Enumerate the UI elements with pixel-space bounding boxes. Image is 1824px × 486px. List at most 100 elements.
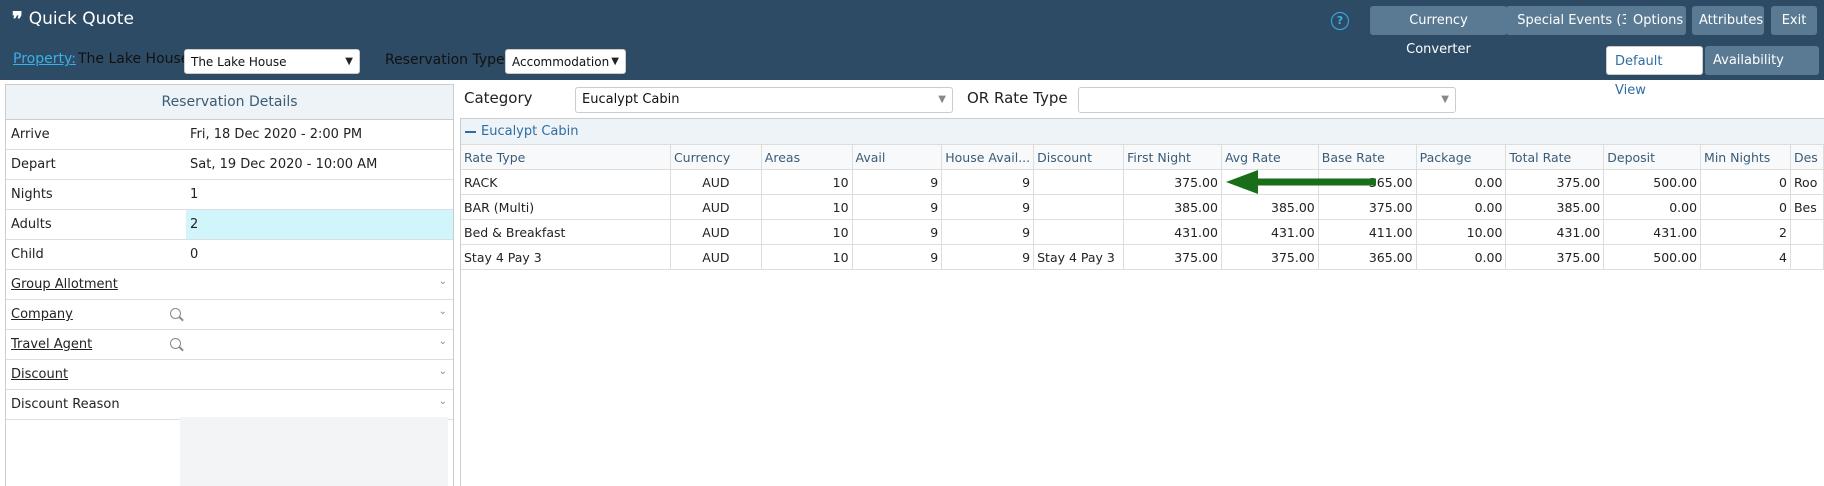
cell: RACK xyxy=(461,169,671,195)
cell xyxy=(1790,244,1824,270)
cell: 0.00 xyxy=(1603,194,1702,220)
cell xyxy=(1033,169,1125,195)
column-header[interactable]: Package xyxy=(1416,145,1507,170)
field-value[interactable]: 1 xyxy=(190,187,198,202)
page-title-text: Quick Quote xyxy=(28,9,134,29)
field-depart[interactable]: Depart Sat, 19 Dec 2020 - 10:00 AM xyxy=(6,150,453,180)
special-events-button[interactable]: Special Events (3) xyxy=(1506,6,1646,35)
quote-icon: ❞ xyxy=(12,7,23,31)
cell: 0.00 xyxy=(1416,194,1507,220)
discount-reason-label: Discount Reason xyxy=(11,397,120,412)
category-group-header[interactable]: Eucalypt Cabin xyxy=(461,119,1824,145)
table-row[interactable]: RACK AUD 10 9 9 375.00 365.00 0.00 375.00 500.00 0… xyxy=(461,169,1824,195)
cell: 0 xyxy=(1700,169,1791,195)
cell: AUD xyxy=(670,169,762,195)
cell: 2 xyxy=(1700,219,1791,245)
column-header[interactable]: House Avail... xyxy=(941,145,1035,170)
pointer-arrow-annotation xyxy=(1226,170,1376,194)
cell: 9 xyxy=(852,244,943,270)
field-child[interactable]: Child 0 xyxy=(6,240,453,270)
group-allotment-row[interactable]: Group Allotment ⌄ xyxy=(6,270,453,300)
field-arrive[interactable]: Arrive Fri, 18 Dec 2020 - 2:00 PM xyxy=(6,120,453,150)
default-view-button[interactable]: Default View xyxy=(1606,46,1703,98)
cell: 10 xyxy=(761,194,853,220)
search-icon[interactable] xyxy=(170,308,181,319)
category-value: Eucalypt Cabin xyxy=(582,92,680,107)
discount-reason-row[interactable]: Discount Reason ⌄ xyxy=(6,390,453,420)
field-label: Arrive xyxy=(11,127,50,142)
category-select[interactable]: Eucalypt Cabin ▼ xyxy=(575,87,953,113)
column-header[interactable]: Deposit xyxy=(1603,145,1702,170)
column-header[interactable]: Des xyxy=(1790,145,1824,170)
table-row[interactable]: BAR (Multi) AUD 10 9 9 385.00 385.00 375.00 0.00… xyxy=(461,194,1824,220)
table-header-row: Rate Type Currency Areas Avail House Ava… xyxy=(461,145,1824,170)
company-row[interactable]: Company ⌄ xyxy=(6,300,453,330)
property-link[interactable]: Property: xyxy=(13,51,76,67)
company-link[interactable]: Company xyxy=(11,307,73,322)
column-header[interactable]: Discount xyxy=(1033,145,1125,170)
rate-type-select[interactable]: ▼ xyxy=(1078,87,1456,113)
column-header[interactable]: Avail xyxy=(852,145,943,170)
column-header[interactable]: Total Rate xyxy=(1505,145,1605,170)
rate-type-label: OR Rate Type xyxy=(967,89,1068,107)
travel-agent-link[interactable]: Travel Agent xyxy=(11,337,92,352)
currency-converter-button[interactable]: Currency Converter xyxy=(1370,6,1507,57)
column-header[interactable]: Currency xyxy=(670,145,762,170)
cell: Stay 4 Pay 3 xyxy=(461,244,671,270)
field-adults[interactable]: Adults 2 xyxy=(6,210,453,240)
rates-table: Rate Type Currency Areas Avail House Ava… xyxy=(461,145,1824,270)
cell xyxy=(1033,219,1125,245)
field-nights[interactable]: Nights 1 xyxy=(6,180,453,210)
cell: 9 xyxy=(852,169,943,195)
field-value[interactable]: Fri, 18 Dec 2020 - 2:00 PM xyxy=(190,127,362,142)
cell: 431.00 xyxy=(1123,219,1222,245)
chevron-down-icon[interactable]: ⌄ xyxy=(439,276,447,287)
exit-button[interactable]: Exit xyxy=(1771,6,1817,35)
group-allotment-link[interactable]: Group Allotment xyxy=(11,277,118,292)
cell: Stay 4 Pay 3 xyxy=(1033,244,1125,270)
help-icon[interactable]: ? xyxy=(1331,12,1349,30)
column-header[interactable]: Avg Rate xyxy=(1221,145,1319,170)
table-row[interactable]: Bed & Breakfast AUD 10 9 9 431.00 431.00 411.00… xyxy=(461,219,1824,245)
property-select[interactable]: The Lake House ▼ xyxy=(184,49,360,74)
cell: 375.00 xyxy=(1221,244,1319,270)
reservation-details-title: Reservation Details xyxy=(6,85,453,120)
options-button[interactable]: Options xyxy=(1626,6,1686,35)
cell: 431.00 xyxy=(1603,219,1702,245)
column-header[interactable]: Rate Type xyxy=(461,145,671,170)
page-title: ❞ Quick Quote xyxy=(12,9,134,29)
travel-agent-row[interactable]: Travel Agent ⌄ xyxy=(6,330,453,360)
discount-link[interactable]: Discount xyxy=(11,367,68,382)
cell: Roo xyxy=(1790,169,1824,195)
chevron-down-icon[interactable]: ⌄ xyxy=(439,336,447,347)
reservation-type-select[interactable]: Accommodation ▼ xyxy=(505,49,626,74)
cell: AUD xyxy=(670,219,762,245)
availability-view-button[interactable]: Availability View xyxy=(1705,46,1819,97)
collapse-icon[interactable] xyxy=(465,130,476,133)
field-value[interactable]: 2 xyxy=(190,217,198,232)
chevron-down-icon[interactable]: ⌄ xyxy=(439,366,447,377)
cell: 0.00 xyxy=(1416,169,1507,195)
field-value[interactable]: Sat, 19 Dec 2020 - 10:00 AM xyxy=(190,157,377,172)
discount-row[interactable]: Discount ⌄ xyxy=(6,360,453,390)
adults-input-highlight xyxy=(186,210,453,239)
search-icon[interactable] xyxy=(170,338,181,349)
cell: 375.00 xyxy=(1318,194,1417,220)
cell: 4 xyxy=(1700,244,1791,270)
cell: 431.00 xyxy=(1505,219,1605,245)
cell: AUD xyxy=(670,244,762,270)
table-row[interactable]: Stay 4 Pay 3 AUD 10 9 9 Stay 4 Pay 3 375.00 375… xyxy=(461,244,1824,270)
column-header[interactable]: Min Nights xyxy=(1700,145,1791,170)
cell xyxy=(1033,194,1125,220)
cell: 365.00 xyxy=(1318,244,1417,270)
column-header[interactable]: Base Rate xyxy=(1318,145,1417,170)
chevron-down-icon[interactable]: ⌄ xyxy=(439,396,447,407)
column-header[interactable]: First Night xyxy=(1123,145,1222,170)
field-label: Child xyxy=(11,247,44,262)
column-header[interactable]: Areas xyxy=(761,145,853,170)
attributes-button[interactable]: Attributes xyxy=(1692,6,1764,35)
cell: 385.00 xyxy=(1123,194,1222,220)
field-value[interactable]: 0 xyxy=(190,247,198,262)
cell: 375.00 xyxy=(1505,169,1605,195)
chevron-down-icon[interactable]: ⌄ xyxy=(439,306,447,317)
